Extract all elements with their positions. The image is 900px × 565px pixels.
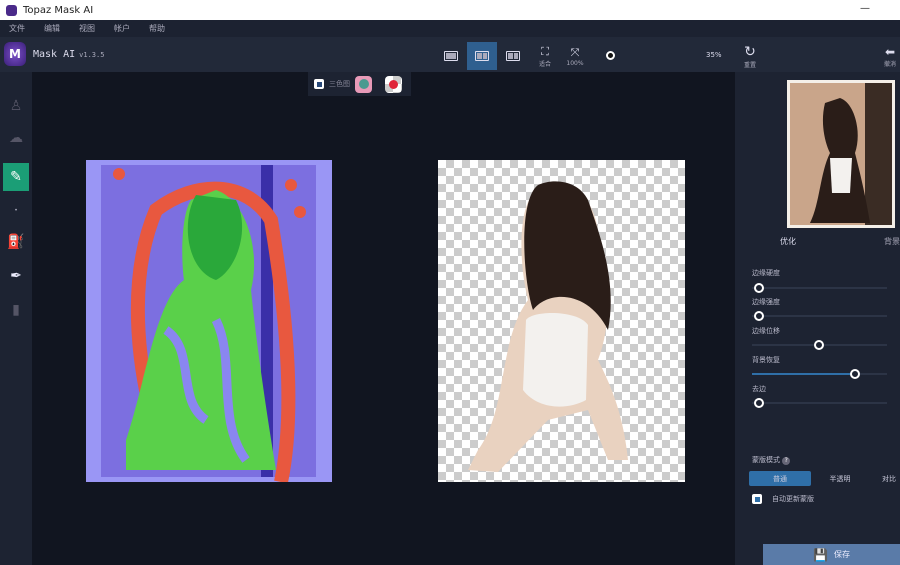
mask-ai-logo: M [4,42,26,66]
reset-button[interactable]: ↻ 重置 [736,42,764,70]
menu-file[interactable]: 文件 [9,23,25,34]
view-side-by-side-button[interactable] [467,42,497,70]
slider-label-defringe: 去边 [752,385,766,393]
panel-tabs: 优化 背景 [740,236,900,247]
help-icon[interactable]: ? [782,457,791,465]
fit-icon: ⛶ [541,44,549,58]
save-button[interactable]: 💾 保存 [763,544,900,565]
app-name: Mask AI v1.3.5 [33,49,104,60]
slider-knob[interactable] [754,311,764,321]
auto-update-mask-option[interactable]: 自动更新蒙版 [752,494,814,504]
menu-account[interactable]: 帐户 [114,23,130,34]
brush-size[interactable]: • [3,196,29,224]
minimize-button[interactable]: — [860,3,870,14]
zoom-value: 35% [706,51,722,59]
fill-tool[interactable]: ⛽ [3,228,29,256]
mask-view-image[interactable] [86,160,332,482]
mode-contrast-button[interactable]: 对比 [882,471,900,486]
slider-label-edge-hardness: 边缘硬度 [752,269,780,277]
tab-background[interactable]: 背景 [884,236,900,247]
subject-tool[interactable]: ♙ [3,92,29,120]
brush-size-dot-icon: • [14,206,18,214]
cutout-subject [468,181,628,472]
slider-knob[interactable] [754,283,764,293]
mask-mode-text: 蒙版模式 [752,456,780,464]
cut-color-swatch[interactable] [385,75,402,93]
quad-view-icon [506,51,520,61]
auto-update-checkbox[interactable] [752,494,762,504]
undo-label: 撤消 [883,60,896,68]
slider-knob[interactable] [850,369,860,379]
reset-label: 重置 [743,61,756,69]
reset-icon: ↻ [744,43,756,60]
slider-label-edge-shift: 边缘位移 [752,327,780,335]
save-label: 保存 [833,550,850,559]
menu-help[interactable]: 帮助 [149,23,165,34]
slider-knob[interactable] [814,340,824,350]
paint-bucket-icon: ⛽ [7,234,25,250]
background-tool[interactable]: ☁ [3,124,29,152]
view-quad-button[interactable] [499,42,527,70]
undo-button[interactable]: ⬅ 撤消 [880,42,900,70]
menu-bar: 文件 编辑 视图 帐户 帮助 [0,20,900,37]
slider-label-background-recovery: 背景恢复 [752,356,780,364]
person-icon: ♙ [9,98,23,114]
overlay-color-swatch[interactable] [355,75,372,93]
app-name-text: Mask AI [33,49,76,60]
trimap-label: 三色图 [329,80,350,88]
slider-label-edge-strength: 边缘强度 [752,298,780,306]
edge-shift-slider[interactable] [752,340,887,350]
mask-mode-label: 蒙版模式 ? [752,455,791,465]
edge-strength-slider[interactable] [752,311,887,321]
actual-size-label: 100% [566,59,584,67]
single-view-icon [444,51,458,61]
undo-icon: ⬅ [884,44,896,59]
menu-edit[interactable]: 编辑 [44,23,60,34]
menu-view[interactable]: 视图 [79,23,95,34]
result-view-image[interactable] [438,160,685,482]
thumbnail-image [790,83,892,225]
title-bar: Topaz Mask AI — [0,0,900,20]
app-icon [6,4,17,16]
zoom-slider-knob[interactable] [606,51,615,60]
split-view-icon [475,51,489,61]
trimap-bar: 三色图 [308,72,411,96]
cloud-icon: ☁ [9,130,23,146]
eyedropper-tool[interactable]: ✒ [3,262,29,290]
defringe-slider[interactable] [752,398,887,408]
eraser-icon: ▮ [12,302,20,318]
mode-translucent-button[interactable]: 半透明 [815,471,865,486]
slider-knob[interactable] [754,398,764,408]
navigator-thumbnail[interactable] [787,80,895,228]
brush-tool[interactable]: ✎ [3,163,29,191]
window-title: Topaz Mask AI [23,4,94,16]
trimap-checkbox[interactable] [314,79,324,89]
expand-icon: ⤧ [570,45,580,59]
version: v1.3.5 [79,51,105,59]
actual-size-button[interactable]: ⤧ 100% [561,42,589,70]
fit-label: 适合 [538,60,551,68]
eraser-tool[interactable]: ▮ [3,296,29,324]
edge-hardness-slider[interactable] [752,283,887,293]
save-icon: 💾 [813,547,828,562]
fit-button[interactable]: ⛶ 适合 [531,42,559,70]
brush-icon: ✎ [10,169,22,185]
view-single-button[interactable] [437,42,465,70]
tab-refine[interactable]: 优化 [780,236,796,247]
mode-normal-button[interactable]: 普通 [749,471,811,486]
auto-update-label: 自动更新蒙版 [772,495,814,503]
eyedropper-icon: ✒ [10,268,22,284]
background-recovery-slider[interactable] [752,369,887,379]
